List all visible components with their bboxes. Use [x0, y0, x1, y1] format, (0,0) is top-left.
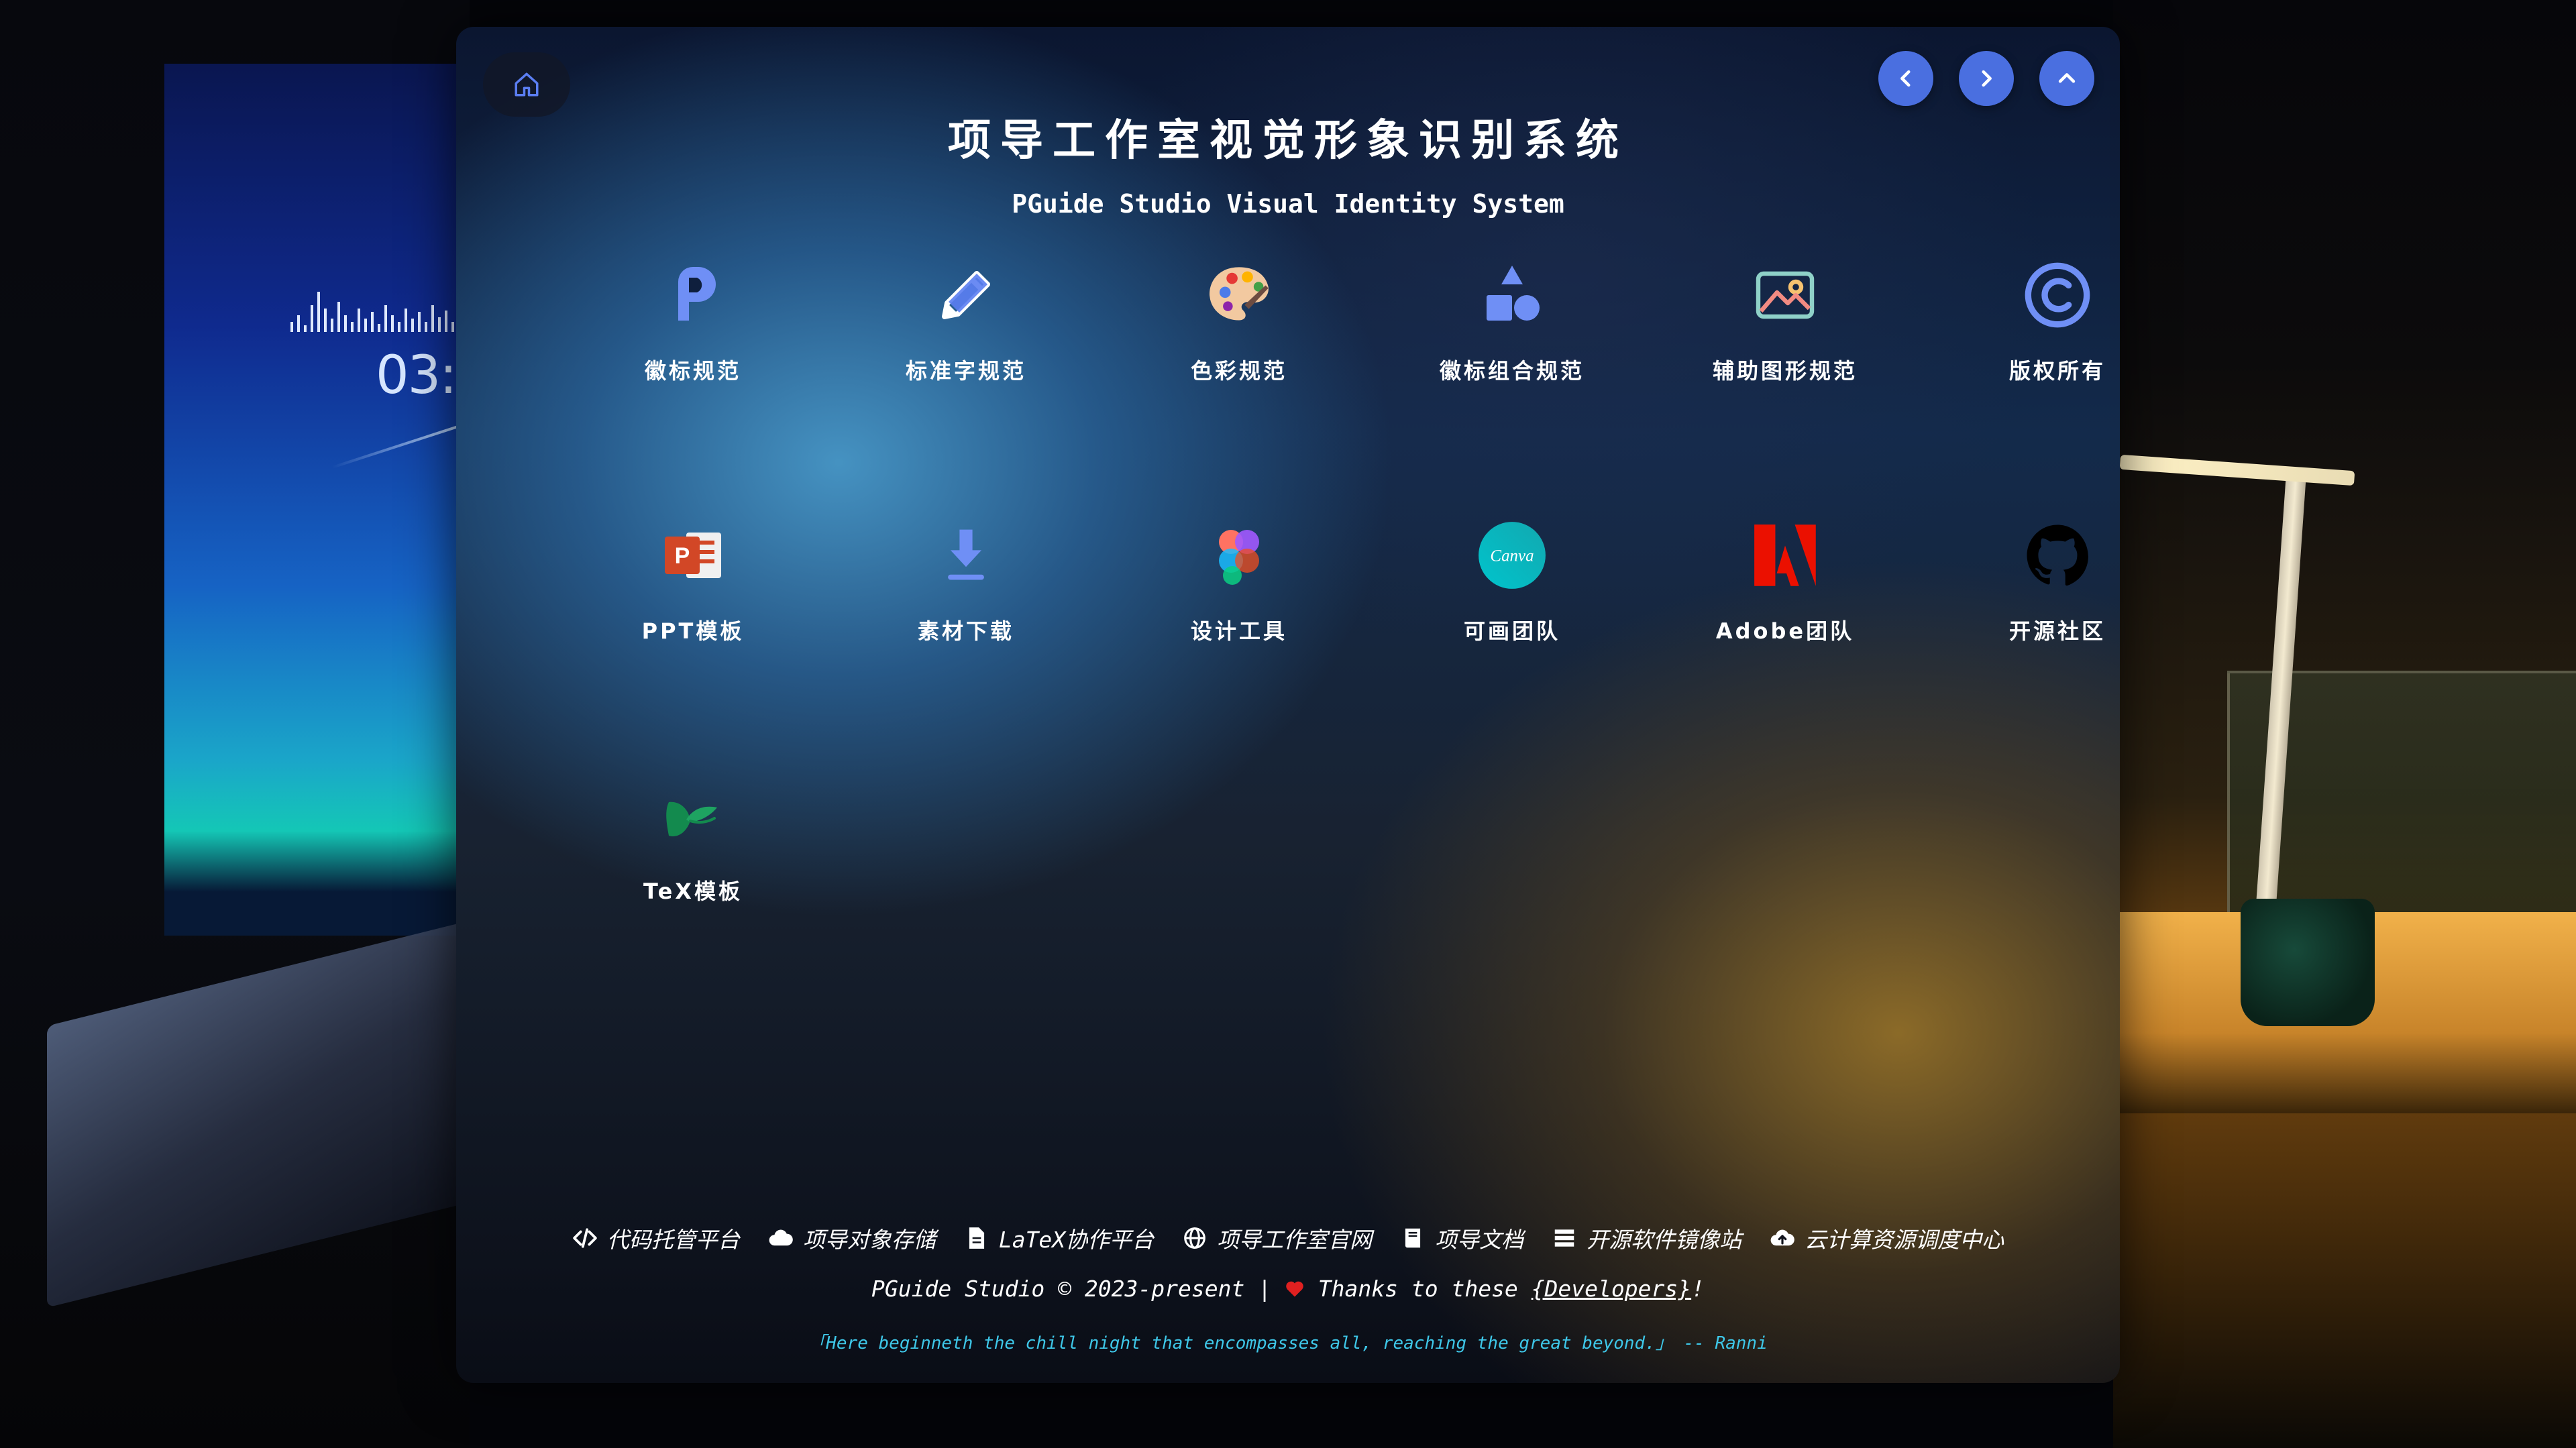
- copyright-text: PGuide Studio © 2023-present |: [871, 1276, 1285, 1302]
- tile-logo-combo-spec[interactable]: 徽标组合规范: [1425, 255, 1599, 443]
- code-icon: [573, 1228, 597, 1248]
- heart-icon: [1286, 1281, 1303, 1297]
- figma-icon: [1219, 530, 1259, 585]
- footer-link-object-storage[interactable]: 项导对象存储: [768, 1222, 936, 1254]
- pencil-icon: [942, 271, 990, 319]
- footer-link-label: 项导工作室官网: [1217, 1227, 1373, 1253]
- footer-link-label: 代码托管平台: [606, 1227, 740, 1253]
- canva-wordmark: Canva: [1490, 547, 1534, 565]
- svg-text:P: P: [675, 543, 690, 569]
- footer-link-docs[interactable]: 项导文档: [1400, 1222, 1523, 1254]
- footer-link-code-hosting[interactable]: 代码托管平台: [572, 1222, 740, 1254]
- tile-label: 徽标组合规范: [1439, 358, 1585, 384]
- background-mug: [2241, 899, 2375, 1026]
- tile-label: 色彩规范: [1190, 358, 1287, 384]
- main-panel: 项导工作室视觉形象识别系统 PGuide Studio Visual Ident…: [456, 27, 2120, 1383]
- footer-link-latex-platform[interactable]: LaTeX协作平台: [964, 1222, 1154, 1254]
- image-icon: [1756, 271, 1815, 319]
- globe-icon: [1184, 1227, 1206, 1249]
- tile-graphic-spec[interactable]: 辅助图形规范: [1698, 255, 1872, 443]
- developers-link[interactable]: {Developers}: [1532, 1276, 1691, 1302]
- pguide-logo-icon: [678, 267, 716, 321]
- tile-design-tools[interactable]: 设计工具: [1152, 515, 1326, 703]
- download-icon: [948, 529, 984, 580]
- footer-link-label: 云计算资源调度中心: [1805, 1227, 2004, 1253]
- tile-material-download[interactable]: 素材下载: [879, 515, 1053, 703]
- tile-label: 辅助图形规范: [1712, 358, 1858, 384]
- tile-open-source[interactable]: 开源社区: [1970, 515, 2120, 703]
- shapes-icon: [1487, 266, 1540, 321]
- copyright-icon: [2025, 262, 2090, 328]
- canva-icon: Canva: [1479, 522, 1546, 589]
- tile-copyright[interactable]: 版权所有: [1970, 255, 2120, 443]
- tile-tex-template[interactable]: TeX模板: [606, 775, 780, 963]
- footer-link-official-site[interactable]: 项导工作室官网: [1182, 1222, 1372, 1254]
- copyright-line: PGuide Studio © 2023-present | Thanks to…: [456, 1276, 2120, 1302]
- tile-ppt-template[interactable]: P PPT模板: [606, 515, 780, 703]
- book-icon: [1405, 1228, 1421, 1248]
- tile-label: 设计工具: [1190, 618, 1287, 644]
- tile-canva-team[interactable]: Canva 可画团队: [1425, 515, 1599, 703]
- server-icon: [1554, 1229, 1574, 1247]
- tile-label: 开源社区: [2008, 618, 2106, 644]
- footer-links: 代码托管平台 项导对象存储 LaTeX协作平台 项导工作室官网 项导文档 开源软…: [456, 1222, 2120, 1254]
- footer-link-mirror[interactable]: 开源软件镜像站: [1552, 1222, 1741, 1254]
- tile-adobe-team[interactable]: Adobe团队: [1698, 515, 1872, 703]
- powerpoint-icon: P: [665, 533, 721, 578]
- footer-link-label: 项导对象存储: [802, 1227, 936, 1253]
- overleaf-icon: [666, 801, 717, 837]
- palette-icon: [1210, 267, 1269, 321]
- tile-label: 标准字规范: [905, 358, 1026, 384]
- tile-label: 版权所有: [2008, 358, 2106, 384]
- tile-label: 可画团队: [1463, 618, 1560, 644]
- tile-label: PPT模板: [641, 618, 745, 644]
- tile-label: 徽标规范: [644, 358, 741, 384]
- footer-link-label: 开源软件镜像站: [1587, 1227, 1742, 1253]
- tile-label: Adobe团队: [1715, 618, 1855, 644]
- footer-link-label: LaTeX协作平台: [998, 1227, 1155, 1253]
- audio-waveform-icon: [290, 292, 461, 332]
- tile-color-spec[interactable]: 色彩规范: [1152, 255, 1326, 443]
- tile-typeface-spec[interactable]: 标准字规范: [879, 255, 1053, 443]
- adobe-icon: [1754, 524, 1816, 586]
- footer-quote: 「Here beginneth the chill night that enc…: [808, 1333, 1768, 1353]
- tile-label: 素材下载: [917, 618, 1014, 644]
- cloud-icon: [769, 1229, 793, 1246]
- app-grid: 徽标规范 标准字规范 色彩规范 徽标组合规范 辅助图形规范 版权所有 P PPT…: [456, 27, 2120, 1033]
- tile-logo-spec[interactable]: 徽标规范: [606, 255, 780, 443]
- cloud-upload-icon: [1770, 1229, 1794, 1246]
- footer-link-cloud-scheduler[interactable]: 云计算资源调度中心: [1770, 1222, 2004, 1254]
- github-icon: [2027, 524, 2088, 586]
- copyright-suffix: !: [1691, 1276, 1705, 1302]
- file-icon: [969, 1227, 984, 1249]
- tile-label: TeX模板: [643, 879, 743, 904]
- background-monitor: 03:1: [164, 64, 489, 936]
- footer-link-label: 项导文档: [1435, 1227, 1524, 1253]
- thanks-text: Thanks to these: [1304, 1276, 1532, 1302]
